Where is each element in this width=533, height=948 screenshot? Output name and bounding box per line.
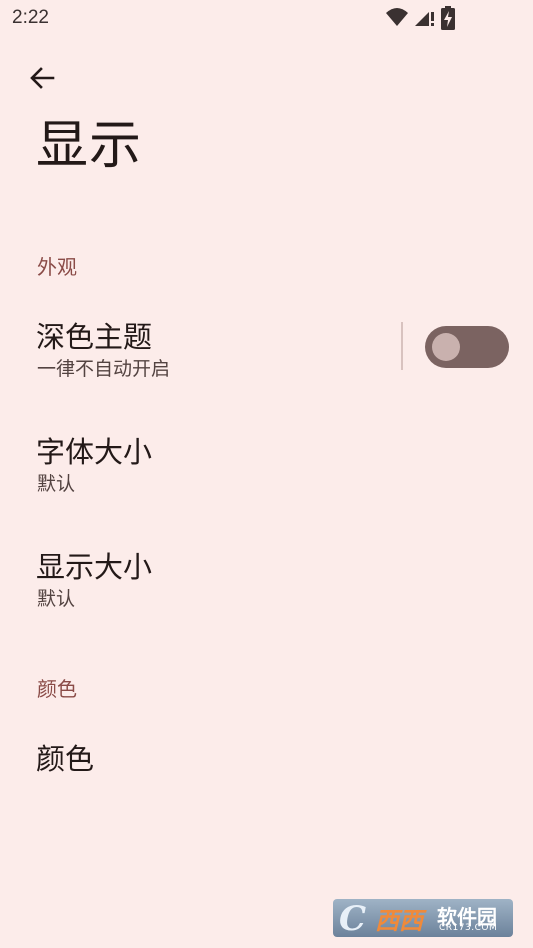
battery-charging-icon [441, 6, 455, 30]
pref-summary: 一律不自动开启 [37, 358, 171, 380]
watermark-domain: CR173.COM [439, 923, 498, 933]
pref-title: 颜色 [36, 742, 95, 776]
cell-signal-icon [415, 12, 434, 26]
arrow-back-icon [30, 67, 55, 89]
pref-display-size[interactable]: 显示大小 默认 [0, 530, 533, 630]
switch-divider [401, 322, 403, 370]
pref-summary: 默认 [37, 473, 76, 495]
section-header-appearance: 外观 [37, 255, 77, 279]
back-button[interactable] [22, 58, 62, 98]
status-time: 2:22 [12, 7, 49, 28]
pref-summary: 默认 [37, 588, 76, 610]
pref-color[interactable]: 颜色 [0, 718, 533, 798]
pref-font-size[interactable]: 字体大小 默认 [0, 415, 533, 515]
dark-theme-switch[interactable] [425, 326, 509, 368]
wifi-icon [386, 8, 408, 26]
switch-thumb [432, 333, 460, 361]
section-header-color: 颜色 [37, 677, 77, 701]
status-bar: 2:22 [0, 0, 533, 38]
pref-title: 字体大小 [36, 435, 153, 469]
pref-title: 深色主题 [36, 320, 153, 354]
pref-title: 显示大小 [36, 550, 153, 584]
watermark-logo: C 西西 软件园 CR173.COM [333, 899, 513, 937]
watermark-letter: C [339, 899, 367, 937]
page-title: 显示 [36, 116, 143, 176]
watermark-brand: 西西 [375, 907, 423, 935]
